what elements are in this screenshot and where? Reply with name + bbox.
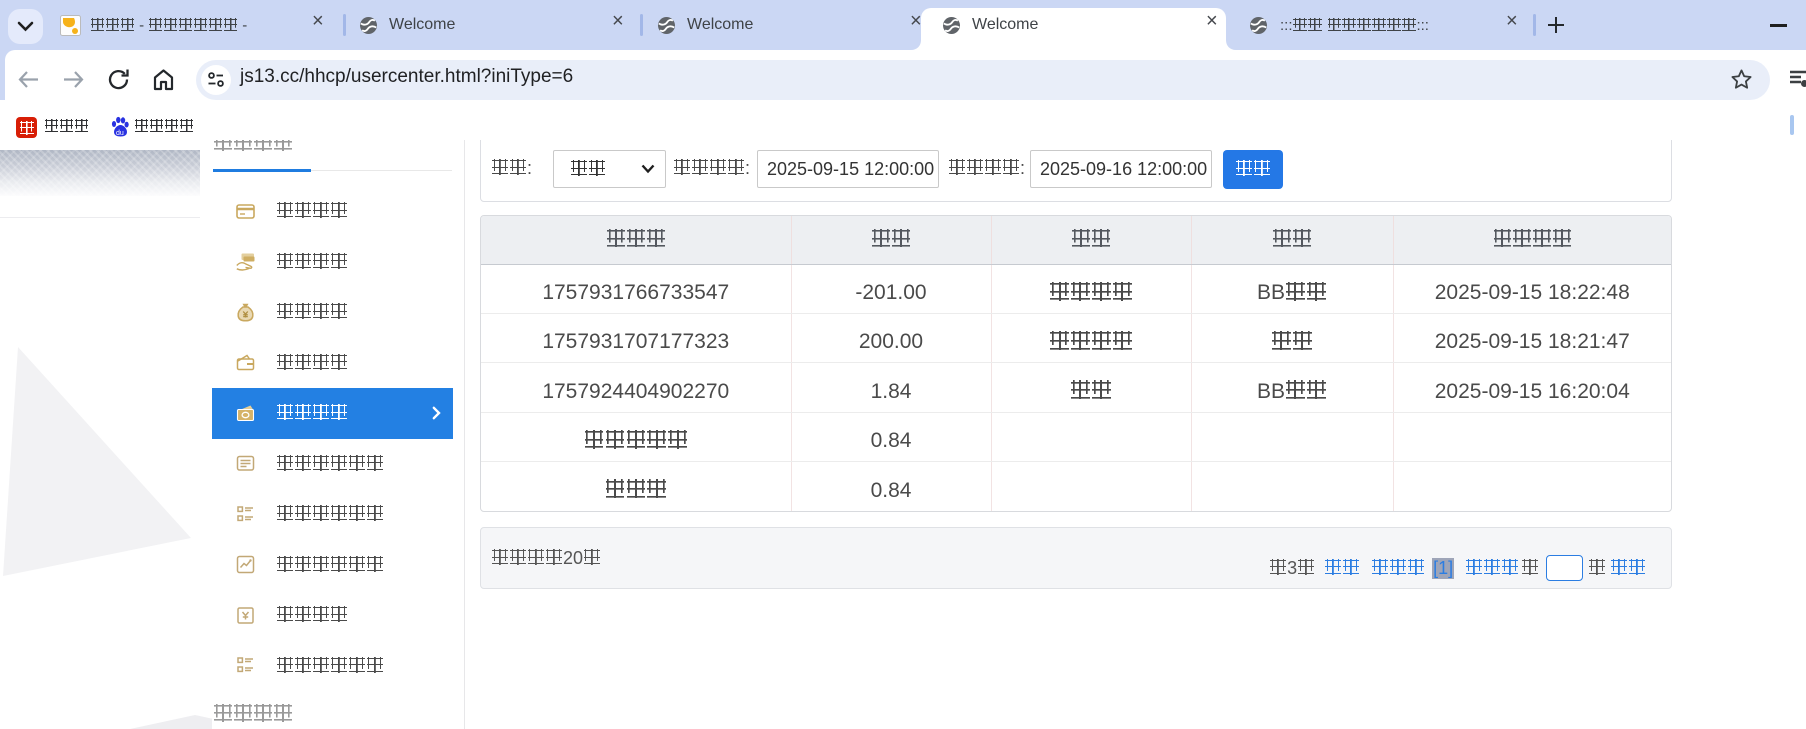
svg-text:du: du <box>116 130 124 137</box>
